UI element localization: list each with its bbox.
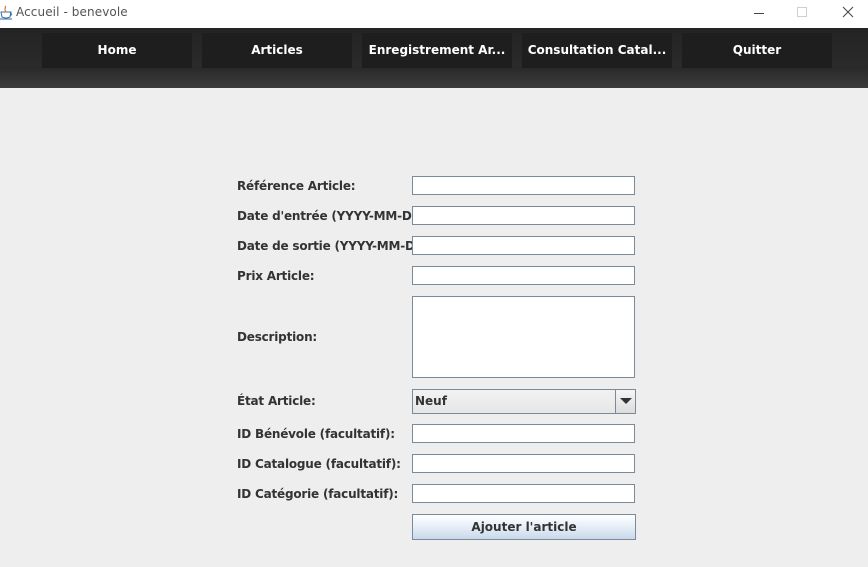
nav-home-button[interactable]: Home (42, 33, 192, 68)
chevron-down-icon[interactable] (615, 390, 635, 413)
ajouter-article-button[interactable]: Ajouter l'article (412, 514, 636, 540)
maximize-icon[interactable] (781, 0, 827, 28)
date-sortie-input[interactable] (412, 236, 635, 255)
reference-input[interactable] (412, 176, 635, 195)
id-catalogue-label: ID Catalogue (facultatif): (237, 457, 401, 471)
minimize-icon[interactable] (735, 0, 781, 28)
date-sortie-label: Date de sortie (YYYY-MM-DD): (237, 239, 435, 253)
reference-label: Référence Article: (237, 179, 356, 193)
close-icon[interactable] (823, 0, 868, 28)
description-label: Description: (237, 330, 318, 344)
prix-label: Prix Article: (237, 269, 315, 283)
date-entree-label: Date d'entrée (YYYY-MM-DD): (237, 209, 432, 223)
nav-quitter-button[interactable]: Quitter (682, 33, 832, 68)
window-titlebar: Accueil - benevole (0, 0, 868, 28)
id-categorie-label: ID Catégorie (facultatif): (237, 487, 399, 501)
id-benevole-label: ID Bénévole (facultatif): (237, 427, 395, 441)
navigation-bar: Home Articles Enregistrement Ar... Consu… (0, 28, 868, 88)
java-cup-icon (0, 5, 12, 20)
id-catalogue-input[interactable] (412, 454, 635, 473)
nav-articles-button[interactable]: Articles (202, 33, 352, 68)
date-entree-input[interactable] (412, 206, 635, 225)
nav-consultation-button[interactable]: Consultation Catal... (522, 33, 672, 68)
prix-input[interactable] (412, 266, 635, 285)
etat-select[interactable]: Neuf (412, 389, 636, 414)
nav-enregistrement-button[interactable]: Enregistrement Ar... (362, 33, 512, 68)
description-textarea[interactable] (412, 296, 635, 378)
etat-selected-value: Neuf (415, 394, 447, 408)
etat-label: État Article: (237, 394, 316, 408)
id-categorie-input[interactable] (412, 484, 635, 503)
window-title: Accueil - benevole (16, 5, 128, 19)
id-benevole-input[interactable] (412, 424, 635, 443)
